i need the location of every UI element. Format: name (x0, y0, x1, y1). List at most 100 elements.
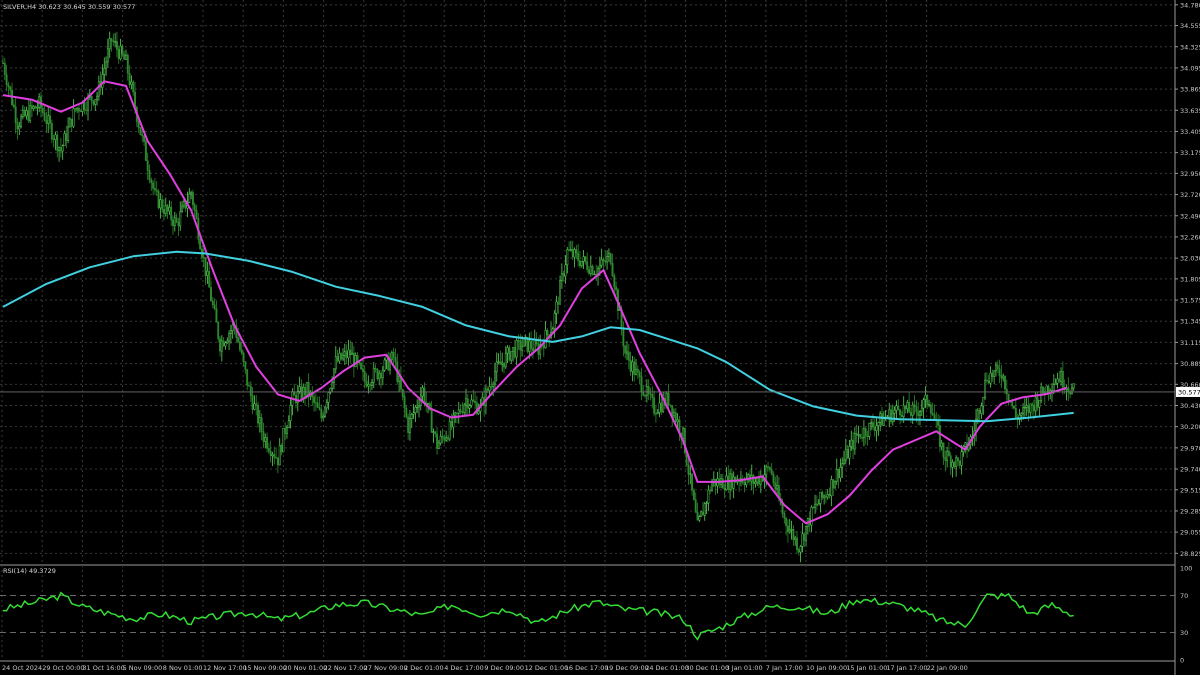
candle-body (490, 386, 493, 388)
time-tick-label: 24 Dec 01:00 (645, 664, 689, 672)
candle-body (636, 368, 639, 373)
candle-body (881, 413, 883, 426)
candle-body (258, 417, 261, 424)
time-axis[interactable]: 24 Oct 2024 29 Oct 00:0031 Oct 16:005 Nov… (2, 664, 968, 672)
candle-body (262, 431, 265, 442)
price-tick-label: 29.515 (1180, 486, 1200, 494)
candle-body (606, 256, 609, 263)
candle-body (266, 437, 269, 449)
candle-body (439, 435, 442, 444)
candle-body (103, 67, 106, 75)
candle-body (656, 412, 659, 414)
trading-chart[interactable]: 34.780 34.555 34.325 34.095 33.865 33.635 33.4… (0, 0, 1200, 675)
candle-body (361, 368, 364, 372)
candle-body (423, 387, 426, 403)
candle-body (805, 526, 807, 541)
candle-body (338, 352, 341, 362)
candle-body (474, 401, 477, 403)
candle-body (991, 372, 994, 378)
candle-body (1007, 393, 1010, 401)
candle-body (276, 457, 279, 466)
candle-body (468, 405, 471, 409)
candle-body (45, 119, 48, 124)
candle-body (797, 549, 800, 553)
time-tick-label: 10 Jan 09:00 (806, 664, 847, 672)
candle-body (12, 104, 15, 108)
candle-body (774, 482, 777, 490)
candle-body (240, 349, 243, 354)
candle-body (993, 370, 996, 378)
candle-body (915, 406, 918, 413)
candle-body (899, 409, 902, 416)
candle-body (148, 170, 151, 181)
candle-body (904, 405, 907, 410)
candle-body (271, 454, 274, 456)
candle-body (170, 206, 173, 221)
candle-body (826, 494, 829, 498)
candle-body (383, 359, 386, 371)
candle-body (823, 495, 826, 498)
chart-background (0, 0, 1200, 675)
candle-body (1004, 375, 1006, 390)
candle-body (65, 133, 68, 141)
candle-body (785, 518, 788, 527)
candle-body (497, 361, 500, 363)
price-tick-label: 30.885 (1180, 360, 1200, 368)
candle-body (486, 388, 489, 391)
candle-body (495, 361, 498, 373)
candle-body (378, 372, 381, 380)
candle-body (313, 396, 316, 403)
candle-body (913, 404, 916, 407)
candle-body (139, 127, 142, 136)
candle-body (575, 249, 578, 254)
price-tick-label: 34.095 (1180, 64, 1200, 72)
candle-body (819, 491, 822, 504)
candle-body (446, 437, 449, 440)
candle-body (615, 286, 618, 291)
candle-body (94, 99, 97, 105)
candle-body (282, 427, 285, 453)
candle-body (16, 122, 19, 130)
candle-body (314, 402, 317, 404)
candle-body (989, 372, 992, 384)
candle-body (105, 61, 108, 69)
candle-body (56, 134, 59, 152)
candle-body (781, 504, 784, 514)
candle-body (644, 394, 647, 397)
candle-body (112, 40, 115, 43)
candle-body (284, 427, 287, 434)
candle-body (562, 273, 565, 277)
candle-body (931, 412, 934, 416)
candle-body (1034, 397, 1037, 412)
price-tick-label: 32.260 (1180, 233, 1200, 241)
candle-body (318, 407, 321, 410)
candle-body (758, 478, 760, 485)
time-tick-label: 30 Dec 01:00 (685, 664, 729, 672)
candle-body (2, 62, 4, 64)
candle-body (586, 261, 589, 270)
price-tick-label: 29.740 (1180, 466, 1200, 474)
candle-body (461, 411, 464, 413)
candle-body (492, 383, 495, 387)
candle-body (342, 355, 344, 360)
candle-body (577, 252, 580, 262)
candle-body (504, 352, 507, 368)
candle-body (477, 410, 480, 415)
time-tick-label: 31 Oct 16:00 (82, 664, 124, 672)
candle-body (705, 502, 708, 505)
candle-body (41, 107, 44, 114)
candle-body (108, 38, 111, 50)
price-tick-label: 33.635 (1180, 107, 1200, 115)
candle-body (459, 409, 462, 413)
candle-body (830, 479, 833, 497)
candle-body (996, 364, 999, 370)
candle-body (837, 469, 840, 479)
candle-body (571, 249, 574, 258)
candle-body (653, 397, 656, 414)
candle-body (97, 81, 100, 97)
time-tick-label: 17 Jan 17:00 (886, 664, 927, 672)
candle-body (390, 352, 393, 360)
candle-body (553, 312, 556, 330)
candle-body (985, 379, 988, 382)
candle-body (195, 209, 198, 219)
